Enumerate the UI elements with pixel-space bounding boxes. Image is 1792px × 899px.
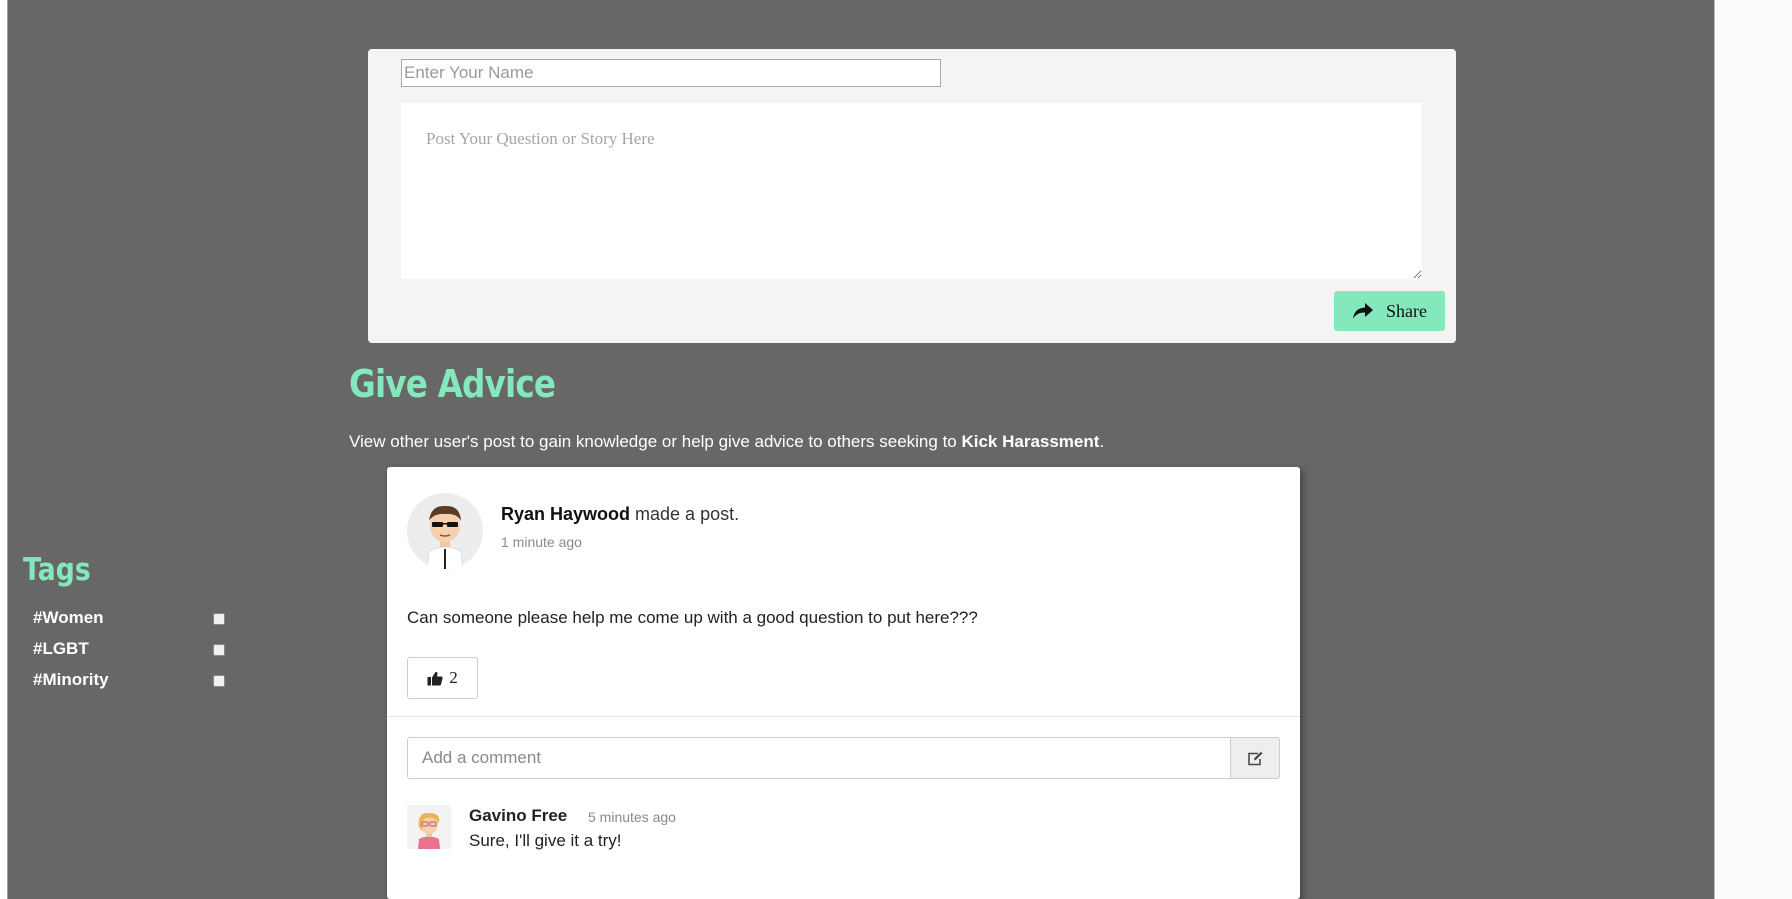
description-period: . bbox=[1099, 432, 1105, 451]
woman-avatar-icon bbox=[407, 805, 451, 849]
give-advice-title: Give Advice bbox=[349, 362, 556, 406]
thumbs-up-icon bbox=[427, 671, 443, 685]
share-button[interactable]: Share bbox=[1334, 291, 1445, 331]
description-text: View other user's post to gain knowledge… bbox=[349, 432, 962, 451]
post-form: Share bbox=[368, 49, 1456, 343]
tag-minority: #Minority bbox=[33, 670, 233, 694]
name-input[interactable] bbox=[401, 59, 941, 87]
post-body: Can someone please help me come up with … bbox=[407, 608, 978, 627]
commenter-avatar[interactable] bbox=[407, 805, 451, 849]
give-advice-description: View other user's post to gain knowledge… bbox=[349, 432, 1104, 452]
tag-lgbt: #LGBT bbox=[33, 639, 233, 663]
share-label: Share bbox=[1386, 300, 1427, 321]
post-author-line: Ryan Haywood made a post. bbox=[501, 504, 739, 525]
tag-minority-checkbox[interactable] bbox=[213, 675, 225, 687]
post-action-text: made a post. bbox=[630, 504, 740, 524]
comment-input[interactable] bbox=[407, 737, 1231, 779]
tag-lgbt-checkbox[interactable] bbox=[213, 644, 225, 656]
comment-submit-button[interactable] bbox=[1230, 737, 1280, 779]
tag-women: #Women bbox=[33, 608, 233, 632]
author-avatar[interactable] bbox=[407, 493, 483, 569]
tags-title: Tags bbox=[23, 552, 91, 588]
edit-icon bbox=[1248, 751, 1263, 765]
post-author-name[interactable]: Ryan Haywood bbox=[501, 504, 630, 524]
comment-text: Sure, I'll give it a try! bbox=[469, 831, 622, 850]
comment-timestamp: 5 minutes ago bbox=[588, 809, 676, 825]
like-button[interactable]: 2 bbox=[407, 657, 478, 699]
right-margin bbox=[1715, 0, 1792, 899]
card-divider bbox=[387, 716, 1300, 717]
post-timestamp: 1 minute ago bbox=[501, 534, 582, 550]
tag-label: #Minority bbox=[33, 670, 109, 689]
story-textarea[interactable] bbox=[401, 103, 1422, 279]
tag-label: #Women bbox=[33, 608, 104, 627]
post-card: Ryan Haywood made a post. 1 minute ago C… bbox=[387, 467, 1300, 899]
commenter-name[interactable]: Gavino Free bbox=[469, 806, 567, 826]
like-count: 2 bbox=[449, 668, 458, 687]
tag-women-checkbox[interactable] bbox=[213, 613, 225, 625]
description-highlight: Kick Harassment bbox=[961, 432, 1100, 451]
man-avatar-icon bbox=[407, 493, 483, 569]
tag-label: #LGBT bbox=[33, 639, 89, 658]
share-arrow-icon bbox=[1353, 303, 1373, 319]
